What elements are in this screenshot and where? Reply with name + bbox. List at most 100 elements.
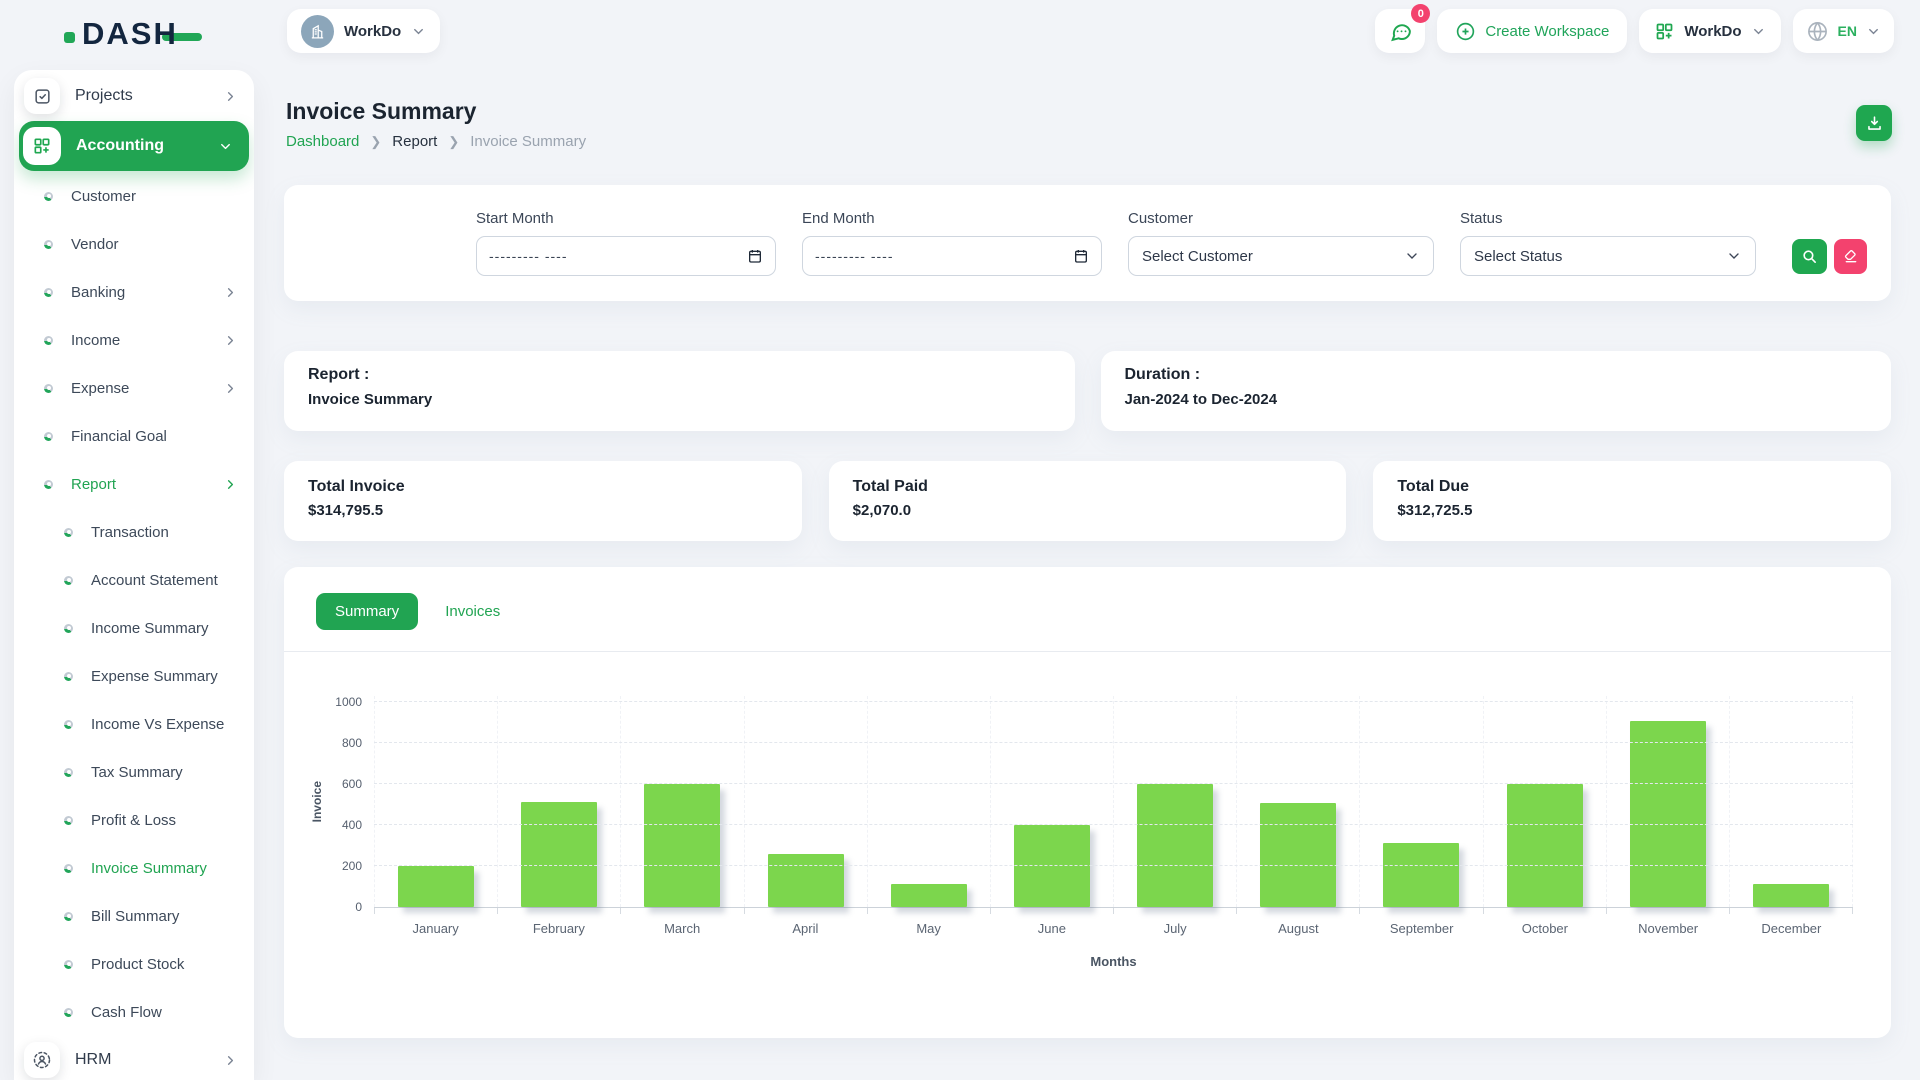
language-selector[interactable]: EN (1793, 9, 1894, 53)
breadcrumb-dashboard[interactable]: Dashboard (286, 133, 359, 150)
sidebar-item-label: Tax Summary (91, 764, 238, 781)
bullet-icon (44, 432, 53, 441)
total-invoice-label: Total Invoice (308, 478, 778, 496)
search-button[interactable] (1792, 239, 1827, 274)
sidebar-item-label: Transaction (91, 524, 238, 541)
sidebar-item-income-vs-expense[interactable]: Income Vs Expense (14, 700, 254, 748)
page-title: Invoice Summary (286, 98, 476, 125)
x-axis-title: Months (374, 954, 1853, 969)
end-month-field: End Month --------- ---- (802, 210, 1102, 276)
bar-december[interactable] (1753, 884, 1829, 907)
sidebar-item-projects[interactable]: Projects (14, 72, 254, 120)
bullet-icon (64, 576, 73, 585)
status-label: Status (1460, 210, 1756, 227)
start-month-input[interactable]: --------- ---- (476, 236, 776, 276)
sidebar-item-bill-summary[interactable]: Bill Summary (14, 892, 254, 940)
tab-invoices[interactable]: Invoices (445, 603, 500, 620)
sidebar-item-expense[interactable]: Expense (14, 364, 254, 412)
bar-august[interactable] (1260, 803, 1336, 907)
sidebar-item-customer[interactable]: Customer (14, 172, 254, 220)
sidebar-item-cash-flow[interactable]: Cash Flow (14, 988, 254, 1036)
sidebar-item-hrm[interactable]: HRM (14, 1036, 254, 1080)
x-ticks (374, 908, 1853, 914)
reset-button[interactable] (1834, 239, 1867, 274)
sidebar-item-income[interactable]: Income (14, 316, 254, 364)
sidebar-item-label: Income (71, 332, 223, 349)
sidebar-item-income-summary[interactable]: Income Summary (14, 604, 254, 652)
chevron-down-icon (1751, 24, 1766, 39)
calendar-icon[interactable] (1073, 248, 1089, 264)
create-workspace-button[interactable]: Create Workspace (1437, 9, 1627, 53)
end-month-input[interactable]: --------- ---- (802, 236, 1102, 276)
app-root: DASH WorkDo 0 Create (0, 0, 1920, 1080)
bar-july[interactable] (1137, 784, 1213, 907)
sidebar-item-invoice-summary[interactable]: Invoice Summary (14, 844, 254, 892)
chevron-down-icon (1866, 24, 1881, 39)
status-select[interactable]: Select Status (1460, 236, 1756, 276)
sidebar-item-label: Cash Flow (91, 1004, 238, 1021)
bar-group-march (621, 696, 744, 907)
y-tick-label: 800 (342, 736, 362, 750)
bar-november[interactable] (1630, 721, 1706, 907)
sidebar-item-financial-goal[interactable]: Financial Goal (14, 412, 254, 460)
sidebar-item-label: HRM (75, 1051, 223, 1069)
chevron-down-icon (1404, 248, 1420, 264)
workspace-name: WorkDo (344, 23, 401, 40)
bullet-icon (44, 192, 53, 201)
sidebar-item-transaction[interactable]: Transaction (14, 508, 254, 556)
sidebar-item-accounting[interactable]: Accounting (19, 121, 249, 171)
x-tick-label: August (1237, 921, 1360, 936)
bullet-icon (64, 768, 73, 777)
calendar-icon[interactable] (747, 248, 763, 264)
chart-plot (374, 696, 1853, 908)
checkbox-icon (24, 78, 60, 114)
bar-january[interactable] (398, 866, 474, 907)
tabs-divider (284, 651, 1891, 652)
bar-group-june (991, 696, 1114, 907)
sidebar-item-label: Financial Goal (71, 428, 238, 445)
bar-april[interactable] (768, 854, 844, 907)
breadcrumb-report[interactable]: Report (392, 133, 437, 150)
bullet-icon (64, 528, 73, 537)
sidebar-item-profit-loss[interactable]: Profit & Loss (14, 796, 254, 844)
workspace-switcher[interactable]: WorkDo (1639, 9, 1780, 53)
sidebar-item-tax-summary[interactable]: Tax Summary (14, 748, 254, 796)
y-tick-label: 200 (342, 859, 362, 873)
sidebar-item-product-stock[interactable]: Product Stock (14, 940, 254, 988)
sidebar-item-label: Income Vs Expense (91, 716, 238, 733)
sidebar-item-report[interactable]: Report (14, 460, 254, 508)
bar-may[interactable] (891, 884, 967, 907)
total-invoice-card: Total Invoice $314,795.5 (284, 461, 802, 541)
bullet-icon (64, 624, 73, 633)
bullet-icon (64, 960, 73, 969)
chevron-right-icon: ❯ (370, 134, 381, 150)
language-code: EN (1838, 23, 1857, 39)
x-tick-label: March (621, 921, 744, 936)
x-tick-label: February (497, 921, 620, 936)
workspace-selector[interactable]: WorkDo (287, 9, 440, 53)
sidebar-item-account-statement[interactable]: Account Statement (14, 556, 254, 604)
y-tick-label: 1000 (335, 695, 362, 709)
filter-actions (1792, 239, 1867, 274)
tab-summary[interactable]: Summary (316, 593, 418, 630)
sidebar-item-vendor[interactable]: Vendor (14, 220, 254, 268)
bar-october[interactable] (1507, 784, 1583, 907)
sidebar-item-label: Report (71, 476, 223, 493)
sidebar-item-expense-summary[interactable]: Expense Summary (14, 652, 254, 700)
messages-button[interactable]: 0 (1375, 9, 1425, 53)
sidebar-item-label: Accounting (76, 137, 218, 155)
sidebar-item-banking[interactable]: Banking (14, 268, 254, 316)
sidebar-item-label: Product Stock (91, 956, 238, 973)
customer-select[interactable]: Select Customer (1128, 236, 1434, 276)
bar-june[interactable] (1014, 825, 1090, 907)
app-logo: DASH (64, 16, 202, 52)
y-axis-title: Invoice (310, 781, 324, 822)
customer-field: Customer Select Customer (1128, 210, 1434, 276)
bar-september[interactable] (1383, 843, 1459, 907)
grid-plus-icon (1654, 21, 1675, 42)
breadcrumb-current: Invoice Summary (470, 133, 586, 150)
bar-march[interactable] (644, 784, 720, 907)
download-button[interactable] (1856, 105, 1892, 141)
bullet-icon (64, 912, 73, 921)
bar-february[interactable] (521, 802, 597, 907)
